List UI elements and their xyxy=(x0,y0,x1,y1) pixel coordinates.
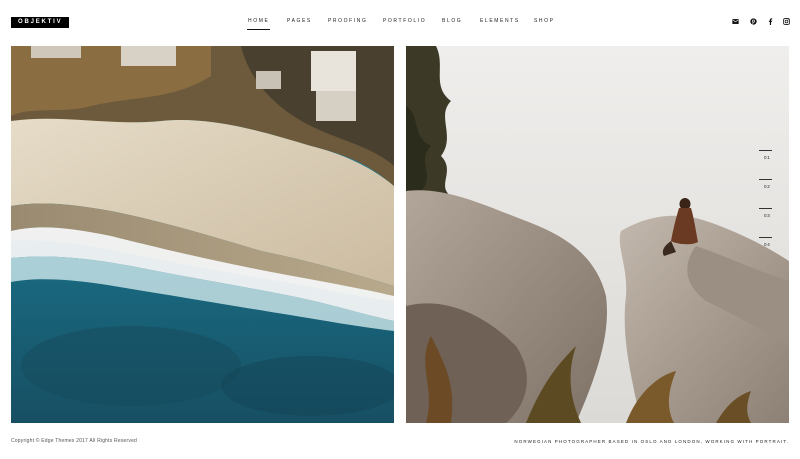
nav-home[interactable]: HOME xyxy=(246,18,271,30)
pinterest-icon[interactable] xyxy=(749,17,758,26)
footer-tagline: NORWEGIAN PHOTOGRAPHER BASED IN OSLO AND… xyxy=(514,439,789,444)
slide-number: 03 xyxy=(764,213,771,218)
slide-indicators: 01 02 03 04 xyxy=(759,150,775,266)
site-header: OBJEKTIV HOME PAGES PROOFING PORTFOLIO B… xyxy=(0,0,800,44)
slide-number: 02 xyxy=(764,184,771,189)
nav-blog[interactable]: BLOG xyxy=(442,18,462,24)
slide-indicator-1[interactable]: 01 xyxy=(759,150,775,179)
facebook-icon[interactable] xyxy=(766,17,775,26)
slide-indicator-line xyxy=(759,150,772,151)
main-nav: HOME PAGES PROOFING PORTFOLIO BLOG ELEME… xyxy=(0,18,800,30)
slide-indicator-4[interactable]: 04 xyxy=(759,237,775,266)
nav-elements[interactable]: ELEMENTS xyxy=(480,18,520,24)
instagram-icon[interactable] xyxy=(782,17,791,26)
nav-shop[interactable]: SHOP xyxy=(534,18,555,24)
slide-indicator-line xyxy=(759,237,772,238)
footer-copyright: Copyright © Edge Themes 2017 All Rights … xyxy=(11,438,138,444)
nav-proofing[interactable]: PROOFING xyxy=(328,18,367,24)
slide-indicator-line xyxy=(759,208,772,209)
slide-indicator-line xyxy=(759,179,772,180)
aerial-beach-photo[interactable] xyxy=(11,46,394,423)
slide-indicator-2[interactable]: 02 xyxy=(759,179,775,208)
slide-number: 01 xyxy=(764,155,771,160)
nav-pages[interactable]: PAGES xyxy=(287,18,312,24)
envelope-icon[interactable] xyxy=(731,17,740,26)
slide-indicator-3[interactable]: 03 xyxy=(759,208,775,237)
rock-cliff-woman-photo[interactable] xyxy=(406,46,789,423)
slide-number: 04 xyxy=(764,242,771,247)
nav-portfolio[interactable]: PORTFOLIO xyxy=(383,18,426,24)
